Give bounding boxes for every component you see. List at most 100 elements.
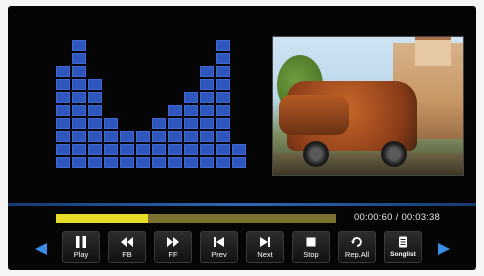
equalizer-block <box>56 144 70 155</box>
equalizer-block <box>184 92 198 103</box>
equalizer-block <box>88 118 102 129</box>
previous-label: Prev <box>211 250 227 259</box>
play-label: Play <box>73 250 89 259</box>
equalizer-block <box>232 144 246 155</box>
equalizer-block <box>104 144 118 155</box>
equalizer-block <box>152 157 166 168</box>
equalizer-block <box>72 40 86 51</box>
pause-icon <box>63 235 99 250</box>
divider-line <box>8 203 476 206</box>
equalizer-block <box>200 66 214 77</box>
equalizer-block <box>72 79 86 90</box>
thumbnail-truck-hood <box>279 95 349 135</box>
equalizer-block <box>168 131 182 142</box>
equalizer-block <box>136 144 150 155</box>
total-time: 00:03:38 <box>401 212 441 223</box>
equalizer-block <box>168 118 182 129</box>
equalizer-block <box>184 131 198 142</box>
equalizer-block <box>56 79 70 90</box>
equalizer-block <box>120 144 134 155</box>
songlist-icon <box>385 235 421 250</box>
fast-backward-button[interactable]: FB <box>108 231 146 263</box>
equalizer-block <box>136 131 150 142</box>
equalizer-block <box>200 131 214 142</box>
equalizer-block <box>168 105 182 116</box>
time-display: 00:00:60/00:03:38 <box>354 212 440 223</box>
equalizer-block <box>56 92 70 103</box>
equalizer-block <box>56 118 70 129</box>
equalizer-block <box>88 157 102 168</box>
equalizer-block <box>72 92 86 103</box>
play-button[interactable]: Play <box>62 231 100 263</box>
equalizer-block <box>184 157 198 168</box>
equalizer-block <box>184 105 198 116</box>
equalizer-block <box>104 157 118 168</box>
equalizer-block <box>56 66 70 77</box>
equalizer-block <box>200 144 214 155</box>
fast-forward-label: FF <box>168 250 178 259</box>
previous-icon <box>201 235 237 250</box>
equalizer-block <box>216 144 230 155</box>
repeat-all-button[interactable]: Rep.All <box>338 231 376 263</box>
stop-button[interactable]: Stop <box>292 231 330 263</box>
repeat-icon <box>339 235 375 250</box>
equalizer-block <box>216 92 230 103</box>
equalizer-block <box>56 131 70 142</box>
equalizer-block <box>200 157 214 168</box>
equalizer-block <box>152 144 166 155</box>
equalizer-block <box>72 144 86 155</box>
equalizer-block <box>216 105 230 116</box>
arrow-right-icon[interactable] <box>438 243 450 255</box>
equalizer-block <box>184 118 198 129</box>
thumbnail-building-top <box>415 37 451 66</box>
fast-forward-button[interactable]: FF <box>154 231 192 263</box>
equalizer-block <box>104 131 118 142</box>
arrow-left-icon[interactable] <box>35 243 47 255</box>
next-button[interactable]: Next <box>246 231 284 263</box>
songlist-button[interactable]: Songlist <box>384 231 422 263</box>
next-icon <box>247 235 283 250</box>
thumbnail-wheel <box>303 141 329 167</box>
stop-label: Stop <box>303 250 319 259</box>
repeat-all-label: Rep.All <box>344 250 370 259</box>
equalizer-block <box>216 53 230 64</box>
time-separator: / <box>395 212 399 223</box>
equalizer-block <box>88 79 102 90</box>
audio-equalizer <box>56 38 246 170</box>
fast-backward-icon <box>109 235 145 250</box>
next-label: Next <box>257 250 273 259</box>
elapsed-time: 00:00:60 <box>354 212 393 223</box>
equalizer-block <box>56 105 70 116</box>
equalizer-block <box>232 157 246 168</box>
equalizer-block <box>200 118 214 129</box>
media-player-screen: 00:00:60/00:03:38 Play FB FF Prev Next S… <box>8 6 476 270</box>
fast-forward-icon <box>155 235 191 250</box>
equalizer-block <box>216 131 230 142</box>
progress-fill <box>56 214 149 223</box>
equalizer-block <box>56 157 70 168</box>
equalizer-block <box>184 144 198 155</box>
equalizer-block <box>168 157 182 168</box>
equalizer-block <box>168 144 182 155</box>
equalizer-block <box>120 131 134 142</box>
equalizer-block <box>152 118 166 129</box>
progress-bar[interactable] <box>56 214 336 223</box>
equalizer-block <box>88 131 102 142</box>
equalizer-block <box>72 131 86 142</box>
equalizer-block <box>216 157 230 168</box>
equalizer-block <box>216 79 230 90</box>
equalizer-block <box>72 105 86 116</box>
equalizer-block <box>152 131 166 142</box>
equalizer-block <box>216 118 230 129</box>
thumbnail-ground <box>273 153 463 175</box>
fast-backward-label: FB <box>122 250 132 259</box>
stop-icon <box>293 235 329 250</box>
equalizer-block <box>72 157 86 168</box>
equalizer-block <box>216 66 230 77</box>
video-thumbnail <box>272 36 464 176</box>
equalizer-block <box>216 40 230 51</box>
equalizer-block <box>88 144 102 155</box>
previous-button[interactable]: Prev <box>200 231 238 263</box>
songlist-label: Songlist <box>390 251 416 258</box>
thumbnail-wheel <box>381 141 407 167</box>
